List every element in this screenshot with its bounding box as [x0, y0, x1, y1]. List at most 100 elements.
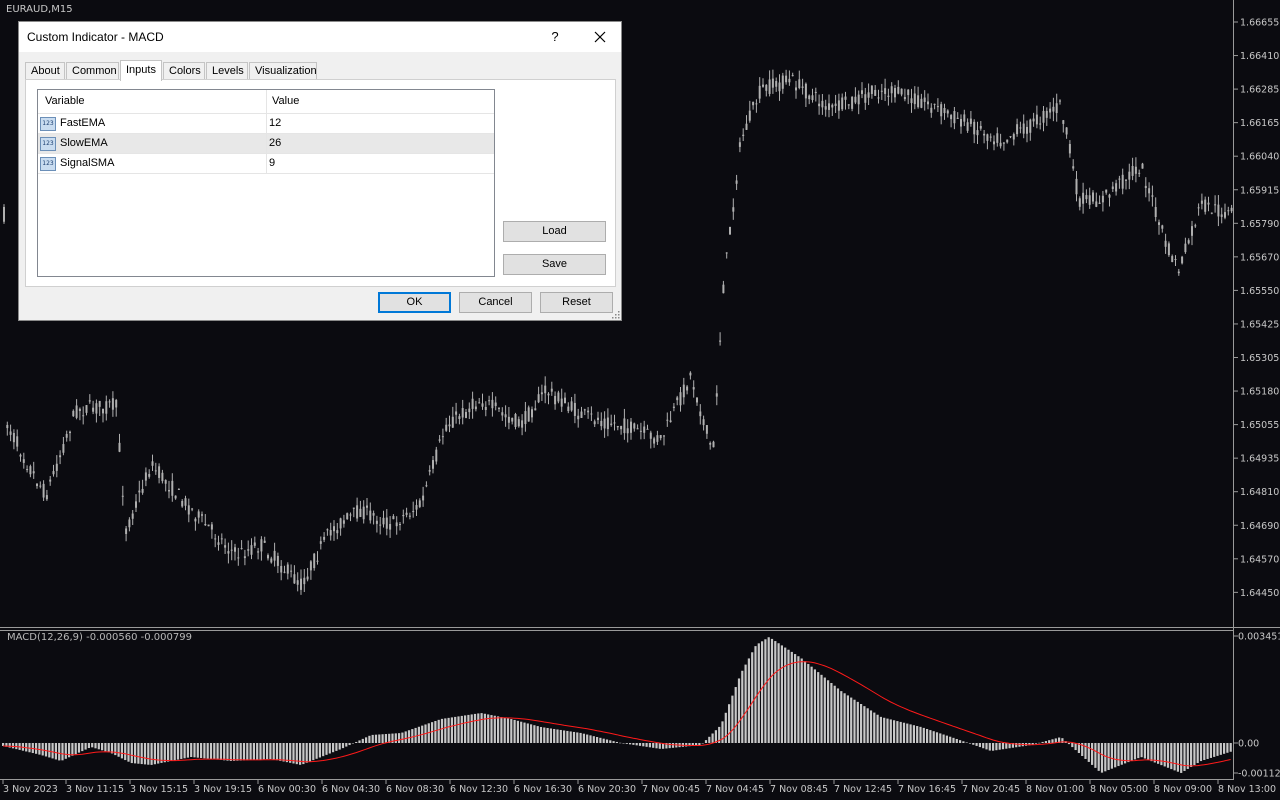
dialog-titlebar[interactable]: Custom Indicator - MACD ? — [19, 22, 621, 52]
reset-button[interactable]: Reset — [540, 292, 613, 313]
histogram-bar — [889, 719, 892, 743]
candle — [821, 94, 824, 115]
help-button[interactable]: ? — [543, 25, 567, 49]
candle — [748, 100, 751, 123]
histogram-bar — [54, 743, 57, 760]
histogram-bar — [955, 738, 958, 743]
histogram-bar — [170, 743, 173, 761]
candle — [1197, 203, 1200, 216]
candle — [537, 386, 540, 404]
variable-value[interactable]: 26 — [269, 137, 281, 149]
histogram-bar — [896, 721, 899, 743]
candle — [389, 516, 392, 538]
ok-button[interactable]: OK — [378, 292, 451, 313]
time-label: 8 Nov 13:00 — [1218, 784, 1276, 795]
histogram-bar — [810, 666, 813, 743]
histogram-bar — [939, 733, 942, 743]
histogram-bar — [952, 737, 955, 743]
histogram-bar — [1104, 743, 1107, 772]
candle — [775, 77, 778, 92]
candle — [342, 514, 345, 528]
histogram-bar — [549, 728, 552, 743]
candle — [494, 396, 497, 411]
histogram-bar — [968, 743, 972, 744]
candle — [808, 94, 811, 105]
candle — [290, 564, 293, 578]
tab-levels[interactable]: Levels — [206, 62, 248, 79]
histogram-bar — [1005, 743, 1008, 749]
histogram-bar — [533, 725, 536, 743]
candle — [841, 93, 844, 112]
resize-grip-icon[interactable] — [612, 311, 620, 319]
candle — [600, 412, 603, 431]
candle — [732, 198, 735, 220]
candle — [26, 465, 29, 473]
histogram-bar — [381, 734, 384, 743]
inputs-table[interactable]: Variable Value 123 FastEMA 12 123 SlowEM… — [37, 89, 495, 277]
candle — [92, 400, 95, 415]
candle — [828, 94, 830, 118]
time-axis: 3 Nov 2023 3 Nov 11:15 3 Nov 15:15 3 Nov 19… — [2, 780, 1276, 795]
histogram-bar — [942, 734, 945, 743]
histogram-bar — [1074, 743, 1077, 751]
histogram-bar — [64, 743, 67, 759]
candle — [722, 280, 725, 294]
histogram-bar — [77, 743, 81, 753]
candle — [177, 488, 180, 490]
candle — [1029, 118, 1032, 141]
candle — [676, 395, 679, 406]
time-label: 8 Nov 09:00 — [1154, 784, 1212, 795]
candle — [1207, 196, 1210, 212]
tab-colors[interactable]: Colors — [163, 62, 205, 79]
save-button[interactable]: Save — [503, 254, 606, 275]
histogram-bar — [457, 716, 460, 743]
price-label: 1.66040 — [1240, 152, 1279, 163]
column-header-variable[interactable]: Variable — [45, 95, 85, 107]
histogram-bar — [513, 719, 516, 743]
histogram-bar — [351, 743, 354, 744]
candle — [1101, 190, 1104, 212]
column-header-value[interactable]: Value — [272, 95, 299, 107]
candle — [682, 377, 685, 405]
candle — [920, 93, 923, 109]
price-label: 1.65915 — [1240, 185, 1279, 196]
candle — [131, 510, 134, 525]
candle — [573, 393, 576, 424]
tab-inputs[interactable]: Inputs — [120, 60, 162, 81]
load-button[interactable]: Load — [503, 221, 606, 242]
histogram-bar — [233, 743, 236, 761]
variable-value[interactable]: 12 — [269, 117, 281, 129]
candle — [1154, 197, 1157, 222]
histogram-bar — [909, 724, 912, 743]
histogram-bar — [87, 743, 90, 749]
tab-about[interactable]: About — [25, 62, 65, 79]
variable-value[interactable]: 9 — [269, 157, 275, 169]
candle — [204, 514, 207, 526]
histogram-bar — [1166, 743, 1170, 768]
tab-common[interactable]: Common — [66, 62, 119, 79]
candle — [164, 479, 167, 492]
histogram-bar — [219, 743, 222, 760]
histogram-bar — [576, 732, 579, 743]
close-button[interactable] — [585, 25, 615, 49]
histogram-bar — [437, 719, 440, 743]
histogram-bar — [553, 728, 556, 743]
histogram-bar — [97, 743, 100, 750]
candle — [316, 551, 319, 565]
candle — [884, 78, 887, 102]
candle — [243, 549, 246, 566]
candle — [392, 514, 395, 520]
histogram-bar — [500, 717, 503, 743]
candle — [735, 174, 738, 190]
histogram-bar — [209, 743, 213, 759]
candle — [1138, 169, 1141, 177]
tab-visualization[interactable]: Visualization — [249, 62, 317, 79]
histogram-bar — [1094, 743, 1097, 768]
histogram-bar — [919, 726, 922, 743]
cancel-button[interactable]: Cancel — [459, 292, 532, 313]
histogram-bar — [117, 743, 120, 757]
histogram-bar — [1067, 743, 1071, 745]
histogram-bar — [1193, 743, 1196, 766]
candle — [372, 510, 375, 525]
histogram-bar — [48, 743, 51, 758]
